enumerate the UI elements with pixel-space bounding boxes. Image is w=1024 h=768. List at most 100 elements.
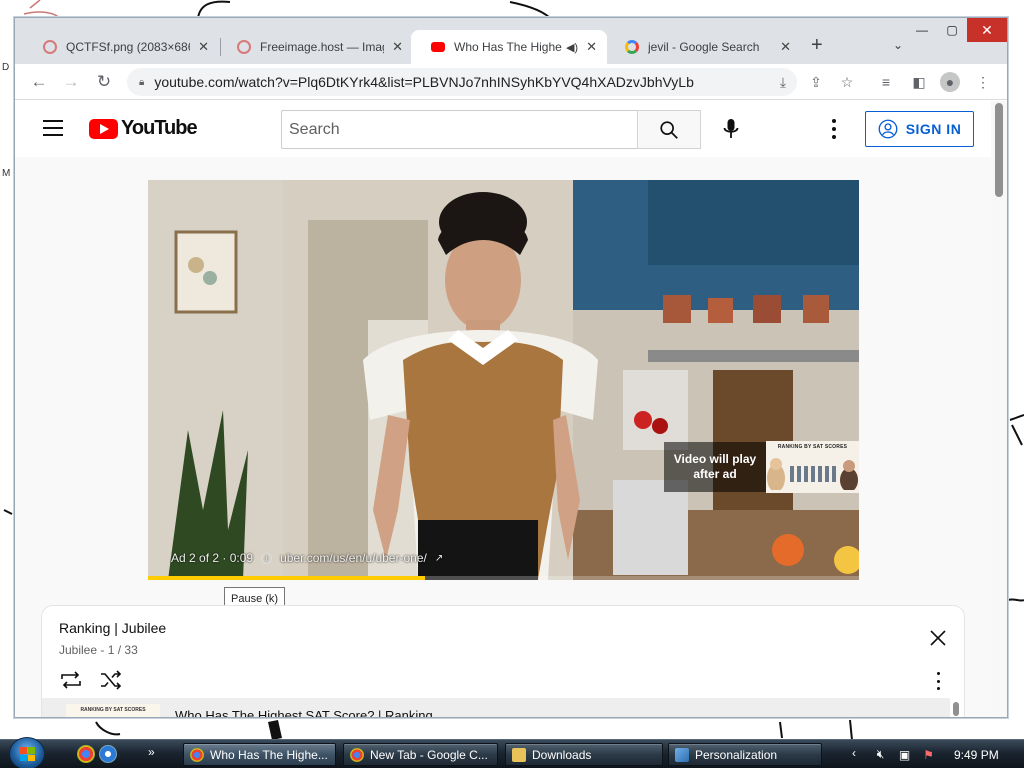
internet-explorer-icon[interactable] xyxy=(99,745,117,763)
bookmark-star-icon[interactable]: ☆ xyxy=(837,72,857,92)
install-icon[interactable]: ⤓ xyxy=(773,72,793,92)
sign-in-label: SIGN IN xyxy=(905,121,962,137)
info-icon[interactable]: i xyxy=(261,552,273,564)
control-panel-icon xyxy=(675,747,689,762)
page-scrollbar[interactable] xyxy=(991,101,1007,717)
window-close-icon[interactable]: ✕ xyxy=(967,18,1007,42)
youtube-play-icon xyxy=(89,118,118,139)
youtube-wordmark: YouTube xyxy=(121,117,198,139)
skip-text: Video will play after ad xyxy=(673,452,757,481)
ad-counter: Ad 2 of 2 · 0:09 xyxy=(171,551,254,565)
taskbar-button-label: Downloads xyxy=(532,747,592,762)
skip-countdown: Video will play after ad xyxy=(664,442,766,492)
thumbnail-label: RANKING BY SAT SCORES xyxy=(777,444,848,450)
taskbar-clock[interactable]: 9:49 PM xyxy=(954,748,999,762)
close-tab-icon[interactable]: ✕ xyxy=(392,39,403,55)
playlist-menu-icon[interactable] xyxy=(934,672,942,690)
tab-strip: QCTFSf.png (2083×686) ✕ Freeimage.host —… xyxy=(15,18,1007,64)
tab-google-search[interactable]: jevil - Google Search ✕ xyxy=(605,30,801,64)
image-icon xyxy=(43,40,57,54)
playlist-panel: Ranking | Jubilee Jubilee - 1 / 33 RANKI… xyxy=(41,605,965,717)
browser-window: QCTFSf.png (2083×686) ✕ Freeimage.host —… xyxy=(14,17,1008,718)
tab-qctfsf[interactable]: QCTFSf.png (2083×686) ✕ xyxy=(23,30,219,64)
maximize-icon[interactable]: ▢ xyxy=(937,18,967,42)
close-tab-icon[interactable]: ✕ xyxy=(586,39,597,55)
tab-title: jevil - Google Search xyxy=(648,40,760,54)
share-icon[interactable]: ⇪ xyxy=(806,72,826,92)
microphone-icon xyxy=(723,119,739,138)
chrome-icon xyxy=(190,747,204,762)
ad-info-bar: Ad 2 of 2 · 0:09 i uber.com/us/en/u/uber… xyxy=(171,551,443,565)
ad-progress-bar[interactable] xyxy=(148,576,859,580)
show-hidden-icons-icon[interactable]: ‹ xyxy=(852,746,856,760)
youtube-icon xyxy=(431,42,445,52)
side-panel-icon[interactable]: ◧ xyxy=(909,72,929,92)
playlist-channel[interactable]: Jubilee xyxy=(59,643,97,657)
loop-icon[interactable] xyxy=(59,670,83,690)
video-player[interactable]: Video will play after ad RANKING BY SAT … xyxy=(148,180,859,580)
freeimage-icon xyxy=(237,40,251,54)
new-tab-button[interactable]: + xyxy=(811,34,823,57)
close-tab-icon[interactable]: ✕ xyxy=(198,39,209,55)
volume-muted-icon[interactable]: 🔇︎ xyxy=(873,747,888,762)
address-bar[interactable]: 🔒︎ youtube.com/watch?v=Plq6DtKYrk4&list=… xyxy=(127,68,797,96)
window-controls: — ▢ ✕ xyxy=(907,18,1007,42)
quick-launch-more-icon[interactable]: » xyxy=(148,745,155,759)
external-link-icon[interactable]: ↗ xyxy=(435,553,443,564)
search-input[interactable]: Search xyxy=(281,110,637,149)
svg-text:D: D xyxy=(2,62,9,73)
shuffle-icon[interactable] xyxy=(99,670,123,690)
playlist-item-thumbnail[interactable]: RANKING BY SAT SCORES xyxy=(66,704,160,717)
forward-icon[interactable]: → xyxy=(59,70,83,94)
browser-toolbar: ← → ↻ 🔒︎ youtube.com/watch?v=Plq6DtKYrk4… xyxy=(15,64,1007,100)
ad-video-frame xyxy=(148,180,859,580)
start-button[interactable] xyxy=(9,737,45,768)
thumbnail-people-image xyxy=(767,458,858,492)
scrollbar-thumb[interactable] xyxy=(995,103,1003,197)
sign-in-button[interactable]: SIGN IN xyxy=(865,111,974,147)
chrome-menu-icon[interactable]: ⋮ xyxy=(973,72,993,92)
tab-search-icon[interactable]: ⌄ xyxy=(893,38,903,52)
ad-progress-fill xyxy=(148,576,426,580)
google-icon xyxy=(625,40,639,54)
search-button[interactable] xyxy=(637,110,701,149)
playlist-scrollbar[interactable] xyxy=(952,698,960,717)
tab-freeimage[interactable]: Freeimage.host — Imag ✕ xyxy=(217,30,413,64)
profile-icon[interactable]: ● xyxy=(940,72,960,92)
settings-menu-icon[interactable] xyxy=(830,119,838,139)
chrome-icon xyxy=(350,747,364,762)
playlist-title[interactable]: Ranking | Jubilee xyxy=(59,620,166,636)
svg-text:M: M xyxy=(2,168,10,179)
url-text[interactable]: youtube.com/watch?v=Plq6DtKYrk4&list=PLB… xyxy=(154,74,694,90)
taskbar-button-personalization[interactable]: Personalization xyxy=(668,743,822,766)
ad-link[interactable]: uber.com/us/en/u/uber-one/ xyxy=(280,551,427,565)
taskbar-button-label: New Tab - Google C... xyxy=(370,747,488,762)
youtube-logo[interactable]: YouTube xyxy=(89,117,198,140)
action-center-icon[interactable]: ⚑ xyxy=(921,747,936,762)
speaker-icon[interactable]: ◀) xyxy=(566,41,578,54)
folder-icon xyxy=(512,747,526,762)
back-icon[interactable]: ← xyxy=(27,70,51,94)
reload-icon[interactable]: ↻ xyxy=(92,70,116,94)
close-tab-icon[interactable]: ✕ xyxy=(780,39,791,55)
tab-title: Who Has The Highe xyxy=(454,40,562,54)
tab-youtube-active[interactable]: Who Has The Highe ◀) ✕ xyxy=(411,30,607,64)
taskbar-button-chrome-newtab[interactable]: New Tab - Google C... xyxy=(343,743,498,766)
taskbar-button-chrome-youtube[interactable]: Who Has The Highe... xyxy=(183,743,336,766)
account-icon xyxy=(878,119,898,139)
voice-search-button[interactable] xyxy=(715,113,747,145)
taskbar-button-downloads[interactable]: Downloads xyxy=(505,743,663,766)
media-control-icon[interactable]: ≡ xyxy=(876,72,896,92)
windows-logo-icon xyxy=(20,747,35,761)
playlist-item[interactable]: RANKING BY SAT SCORES Who Has The Highes… xyxy=(42,698,950,717)
hamburger-menu-icon[interactable] xyxy=(43,120,63,136)
close-playlist-icon[interactable] xyxy=(926,626,950,650)
lock-icon[interactable]: 🔒︎ xyxy=(139,77,144,88)
playlist-subtitle: Jubilee - 1 / 33 xyxy=(59,643,138,657)
network-icon[interactable]: ▣ xyxy=(897,747,912,762)
next-video-thumbnail[interactable]: RANKING BY SAT SCORES xyxy=(766,441,859,493)
playlist-item-title[interactable]: Who Has The Highest SAT Score? | Ranking xyxy=(175,708,433,717)
playlist-position: 1 / 33 xyxy=(107,643,138,657)
chrome-icon[interactable] xyxy=(77,745,95,763)
minimize-icon[interactable]: — xyxy=(907,18,937,42)
